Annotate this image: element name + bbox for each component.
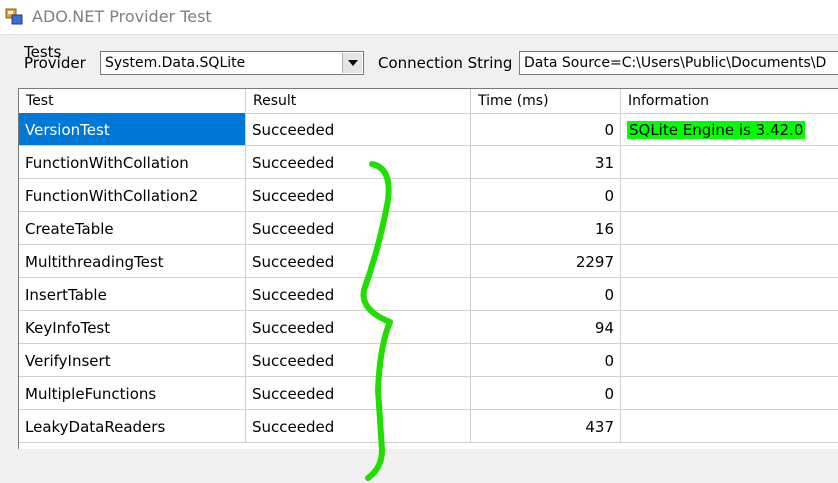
connection-string-value: Data Source=C:\Users\Public\Documents\D: [524, 55, 827, 71]
cell-result[interactable]: Succeeded: [246, 179, 471, 212]
cell-information[interactable]: [621, 377, 838, 410]
table-row[interactable]: VerifyInsert Succeeded 0: [19, 344, 838, 377]
cell-test[interactable]: FunctionWithCollation2: [19, 179, 246, 212]
cell-result[interactable]: Succeeded: [246, 113, 471, 146]
table-row[interactable]: InsertTable Succeeded 0: [19, 278, 838, 311]
title-bar: ADO.NET Provider Test: [0, 0, 838, 35]
connection-string-field[interactable]: Data Source=C:\Users\Public\Documents\D: [519, 51, 838, 75]
table-row[interactable]: FunctionWithCollation2 Succeeded 0: [19, 179, 838, 212]
cell-result[interactable]: Succeeded: [246, 278, 471, 311]
cell-time[interactable]: 31: [471, 146, 621, 179]
dropdown-button[interactable]: [342, 53, 362, 73]
cell-result[interactable]: Succeeded: [246, 245, 471, 278]
column-header-result[interactable]: Result: [246, 89, 471, 113]
cell-test[interactable]: CreateTable: [19, 212, 246, 245]
cell-test[interactable]: InsertTable: [19, 278, 246, 311]
cell-information[interactable]: [621, 179, 838, 212]
cell-information[interactable]: [621, 245, 838, 278]
provider-label: Provider: [24, 54, 86, 72]
table-row[interactable]: FunctionWithCollation Succeeded 31: [19, 146, 838, 179]
cell-information[interactable]: [621, 146, 838, 179]
provider-value: System.Data.SQLite: [105, 55, 246, 71]
connection-string-label: Connection String: [378, 54, 513, 72]
table-row[interactable]: CreateTable Succeeded 16: [19, 212, 838, 245]
cell-result[interactable]: Succeeded: [246, 212, 471, 245]
cell-result[interactable]: Succeeded: [246, 311, 471, 344]
table-row[interactable]: LeakyDataReaders Succeeded 437: [19, 410, 838, 443]
cell-test[interactable]: VerifyInsert: [19, 344, 246, 377]
table-row[interactable]: KeyInfoTest Succeeded 94: [19, 311, 838, 344]
cell-test[interactable]: MultithreadingTest: [19, 245, 246, 278]
cell-result[interactable]: Succeeded: [246, 146, 471, 179]
cell-time[interactable]: 2297: [471, 245, 621, 278]
cell-time[interactable]: 0: [471, 179, 621, 212]
grid-header: Test Result Time (ms) Information: [19, 89, 838, 114]
cell-result[interactable]: Succeeded: [246, 344, 471, 377]
table-row[interactable]: MultithreadingTest Succeeded 2297: [19, 245, 838, 278]
provider-select[interactable]: System.Data.SQLite: [100, 51, 364, 75]
engine-version-highlight: SQLite Engine is 3.42.0: [627, 121, 806, 139]
cell-time[interactable]: 0: [471, 113, 621, 146]
cell-test[interactable]: VersionTest: [19, 113, 246, 146]
cell-time[interactable]: 94: [471, 311, 621, 344]
table-row[interactable]: MultipleFunctions Succeeded 0: [19, 377, 838, 410]
cell-test[interactable]: KeyInfoTest: [19, 311, 246, 344]
results-grid[interactable]: Test Result Time (ms) Information Versio…: [18, 88, 838, 449]
cell-test[interactable]: LeakyDataReaders: [19, 410, 246, 443]
cell-time[interactable]: 437: [471, 410, 621, 443]
chevron-down-icon: [347, 60, 358, 66]
app-icon: [5, 8, 23, 25]
cell-information[interactable]: [621, 278, 838, 311]
column-header-time[interactable]: Time (ms): [471, 89, 621, 113]
cell-information[interactable]: SQLite Engine is 3.42.0: [621, 113, 838, 146]
window-title: ADO.NET Provider Test: [32, 7, 212, 26]
column-header-information[interactable]: Information: [621, 89, 838, 113]
cell-time[interactable]: 16: [471, 212, 621, 245]
cell-time[interactable]: 0: [471, 377, 621, 410]
cell-time[interactable]: 0: [471, 278, 621, 311]
table-row[interactable]: VersionTest Succeeded 0 SQLite Engine is…: [19, 113, 838, 146]
cell-test[interactable]: FunctionWithCollation: [19, 146, 246, 179]
cell-information[interactable]: [621, 344, 838, 377]
cell-test[interactable]: MultipleFunctions: [19, 377, 246, 410]
cell-time[interactable]: 0: [471, 344, 621, 377]
cell-information[interactable]: [621, 410, 838, 443]
cell-information[interactable]: [621, 212, 838, 245]
column-header-test[interactable]: Test: [19, 89, 246, 113]
cell-result[interactable]: Succeeded: [246, 410, 471, 443]
cell-result[interactable]: Succeeded: [246, 377, 471, 410]
cell-information[interactable]: [621, 311, 838, 344]
